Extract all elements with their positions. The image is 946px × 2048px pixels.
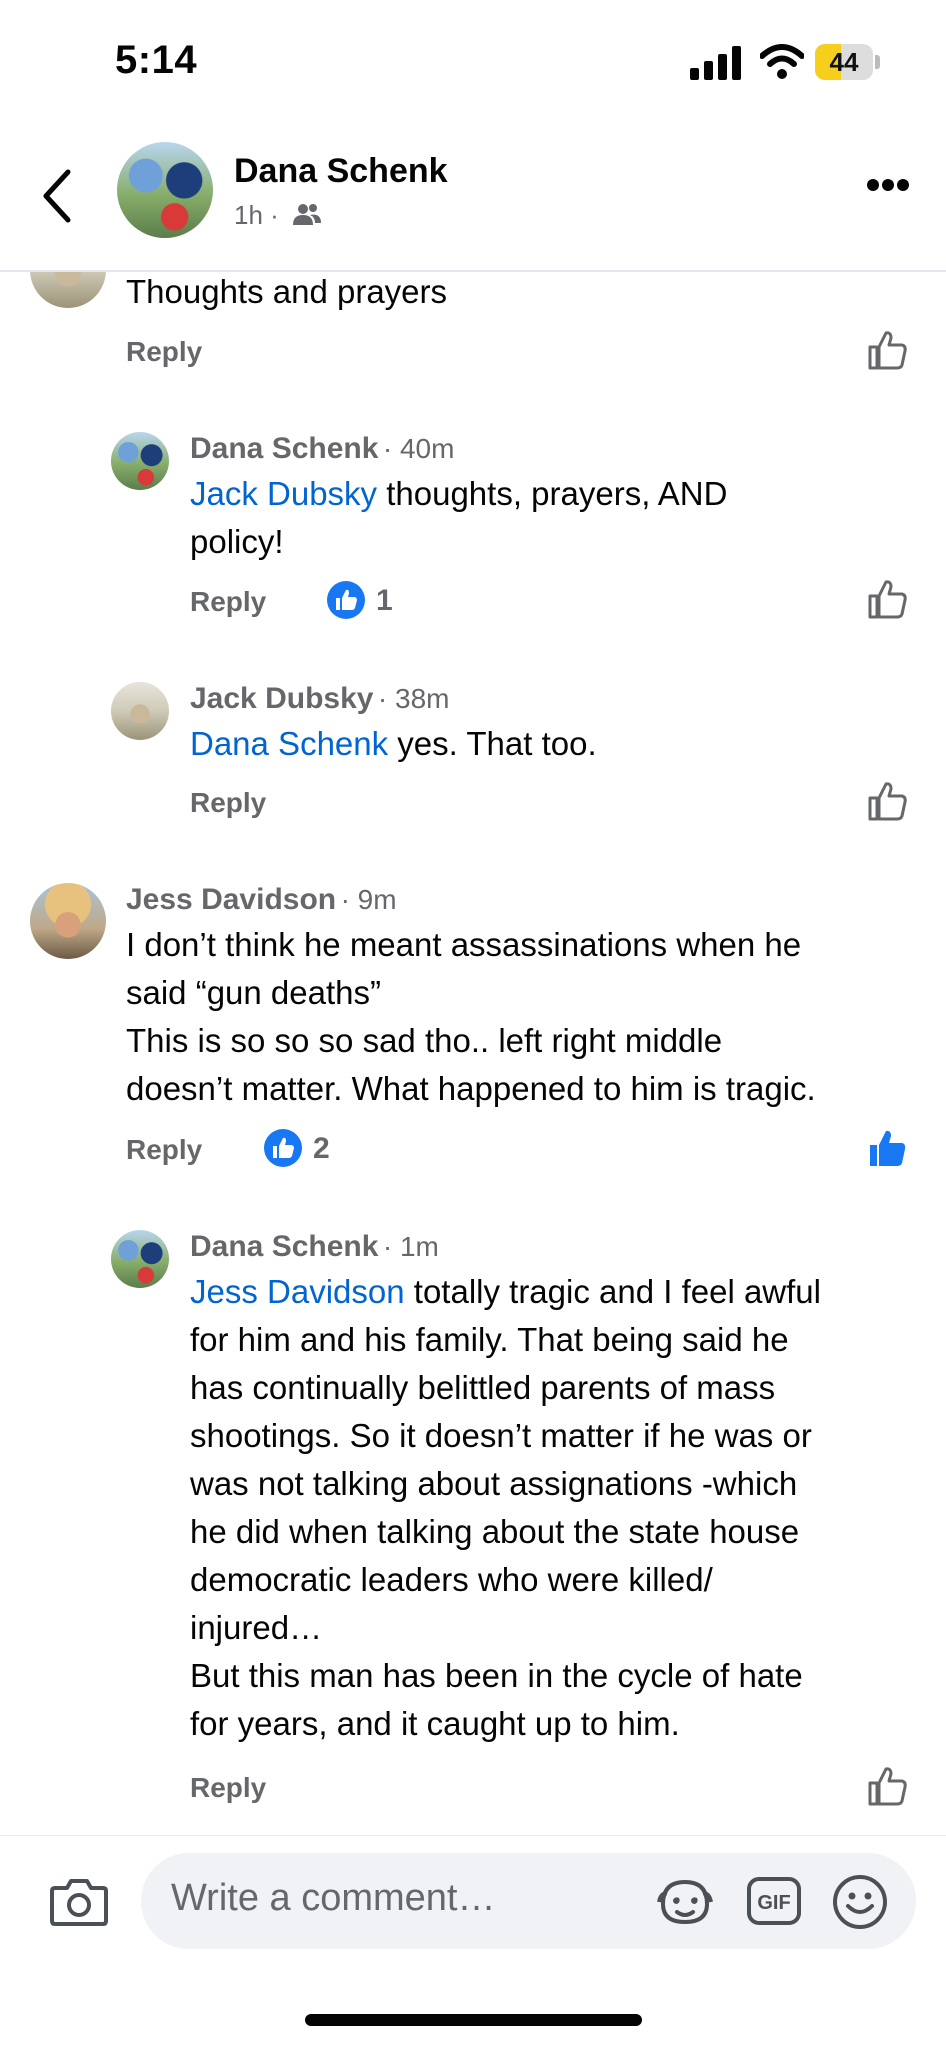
comment-text: Thoughts and prayers (126, 273, 448, 310)
home-indicator[interactable] (305, 2014, 642, 2026)
comment-text: Dana Schenk yes. That too. (190, 720, 910, 768)
mention-link[interactable]: Jack Dubsky (190, 475, 377, 512)
like-count-badge[interactable] (327, 581, 365, 619)
thumbs-up-icon (273, 1137, 294, 1158)
commenter-avatar[interactable] (111, 432, 169, 490)
comment-time: · 9m (340, 884, 397, 915)
reply-button[interactable]: Reply (126, 1134, 202, 1166)
commenter-avatar[interactable] (30, 883, 106, 959)
comment-text: Jess Davidson totally tragic and I feel … (190, 1268, 930, 1748)
commenter-avatar[interactable] (111, 1230, 169, 1288)
comment-text-line: thoughts, prayers, AND (377, 475, 728, 512)
comment-time: · 1m (382, 1231, 439, 1262)
camera-icon[interactable] (50, 1876, 108, 1926)
like-count-badge[interactable] (264, 1129, 302, 1167)
like-icon[interactable] (867, 780, 907, 822)
comment-text-line: for him and his family. That being said … (190, 1321, 789, 1358)
comment-text-line: I don’t think he meant assassinations wh… (126, 926, 802, 963)
comment-text-line: yes. That too. (388, 725, 597, 762)
comment-text-line: totally tragic and I feel awful (404, 1273, 821, 1310)
comment-time: · 40m (382, 433, 455, 464)
commenter-avatar[interactable] (111, 682, 169, 740)
more-horizontal-icon[interactable] (866, 178, 910, 192)
commenter-name[interactable]: Dana Schenk (190, 1230, 378, 1263)
cellular-signal-icon (690, 46, 741, 80)
wifi-icon (760, 44, 804, 79)
comment-text-line: he did when talking about the state hous… (190, 1513, 800, 1550)
emoji-icon[interactable] (832, 1874, 888, 1930)
comment-text-line: democratic leaders who were killed/ (190, 1561, 713, 1598)
gif-icon[interactable]: GIF (746, 1876, 802, 1926)
comment-header: Jack Dubsky · 38m (190, 682, 449, 716)
like-icon[interactable] (867, 329, 907, 371)
commenter-name[interactable]: Dana Schenk (190, 432, 378, 465)
comment-text-line: doesn’t matter. What happened to him is … (126, 1070, 816, 1107)
comment-header: Dana Schenk · 40m (190, 432, 454, 466)
comment-text-line: injured… (190, 1609, 323, 1646)
comment-text-line: shootings. So it doesn’t matter if he wa… (190, 1417, 812, 1454)
comment-text-line: was not talking about assignations -whic… (190, 1465, 798, 1502)
comment-text: Jack Dubsky thoughts, prayers, AND polic… (190, 470, 910, 566)
thumbs-up-icon (336, 589, 357, 610)
author-name[interactable]: Dana Schenk (234, 152, 448, 191)
avatar-sticker-icon[interactable] (655, 1876, 715, 1926)
reply-button[interactable]: Reply (190, 787, 266, 819)
mention-link[interactable]: Dana Schenk (190, 725, 388, 762)
reply-button[interactable]: Reply (190, 1772, 266, 1804)
comment-text-line: This is so so so sad tho.. left right mi… (126, 1022, 723, 1059)
commenter-name[interactable]: Jess Davidson (126, 883, 336, 916)
post-header: Dana Schenk 1h · (0, 130, 946, 272)
like-count: 2 (313, 1132, 330, 1165)
chevron-left-icon[interactable] (38, 166, 74, 226)
comment-input-placeholder: Write a comment… (171, 1877, 496, 1919)
comment-text-line: said “gun deaths” (126, 974, 381, 1011)
battery-level: 44 (829, 47, 859, 77)
comment-text-line: has continually belittled parents of mas… (190, 1369, 776, 1406)
liked-icon[interactable] (867, 1127, 907, 1169)
comment-header: Jess Davidson · 9m (126, 883, 397, 917)
comment-text-line: for years, and it caught up to him. (190, 1705, 680, 1742)
like-count: 1 (376, 584, 393, 617)
reply-button[interactable]: Reply (190, 586, 266, 618)
reply-button[interactable]: Reply (126, 336, 202, 368)
comment-text-line: policy! (190, 523, 284, 560)
comment-text: I don’t think he meant assassinations wh… (126, 921, 926, 1113)
mention-link[interactable]: Jess Davidson (190, 1273, 405, 1310)
friends-icon (293, 204, 321, 225)
like-icon[interactable] (867, 1765, 907, 1807)
like-icon[interactable] (867, 578, 907, 620)
battery-indicator: 44 (815, 44, 881, 80)
status-time: 5:14 (115, 38, 198, 82)
post-time: 1h · (234, 200, 279, 230)
comment-time: · 38m (377, 683, 450, 714)
comment-header: Dana Schenk · 1m (190, 1230, 439, 1264)
comment-text-line: But this man has been in the cycle of ha… (190, 1657, 803, 1694)
svg-text:GIF: GIF (757, 1892, 790, 1914)
author-avatar[interactable] (117, 142, 213, 238)
commenter-name[interactable]: Jack Dubsky (190, 682, 373, 715)
